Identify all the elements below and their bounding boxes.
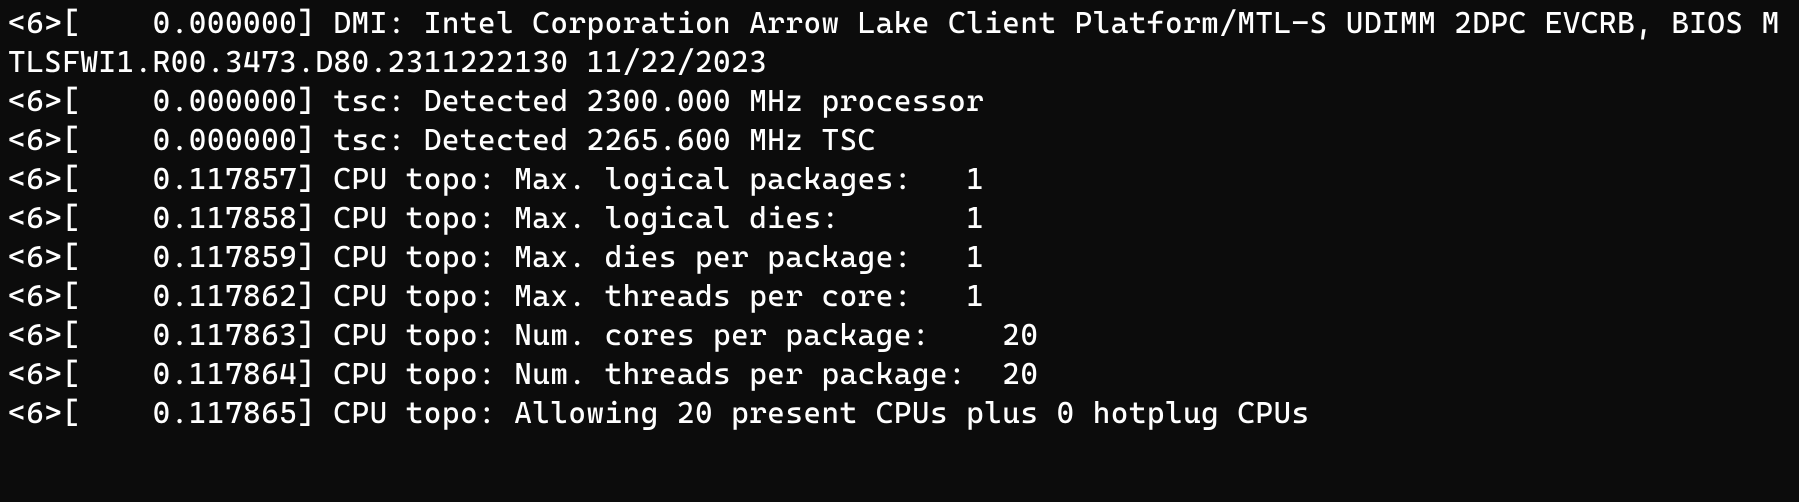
log-line: <6>[ 0.000000] tsc: Detected 2300.000 MH…	[8, 82, 1791, 121]
log-line: <6>[ 0.000000] DMI: Intel Corporation Ar…	[8, 4, 1791, 82]
log-line: <6>[ 0.117859] CPU topo: Max. dies per p…	[8, 238, 1791, 277]
log-line: <6>[ 0.117857] CPU topo: Max. logical pa…	[8, 160, 1791, 199]
kernel-log-output: <6>[ 0.000000] DMI: Intel Corporation Ar…	[8, 4, 1791, 433]
log-line: <6>[ 0.117862] CPU topo: Max. threads pe…	[8, 277, 1791, 316]
log-line: <6>[ 0.117863] CPU topo: Num. cores per …	[8, 316, 1791, 355]
log-line: <6>[ 0.117858] CPU topo: Max. logical di…	[8, 199, 1791, 238]
log-line: <6>[ 0.000000] tsc: Detected 2265.600 MH…	[8, 121, 1791, 160]
log-line: <6>[ 0.117864] CPU topo: Num. threads pe…	[8, 355, 1791, 394]
log-line: <6>[ 0.117865] CPU topo: Allowing 20 pre…	[8, 394, 1791, 433]
